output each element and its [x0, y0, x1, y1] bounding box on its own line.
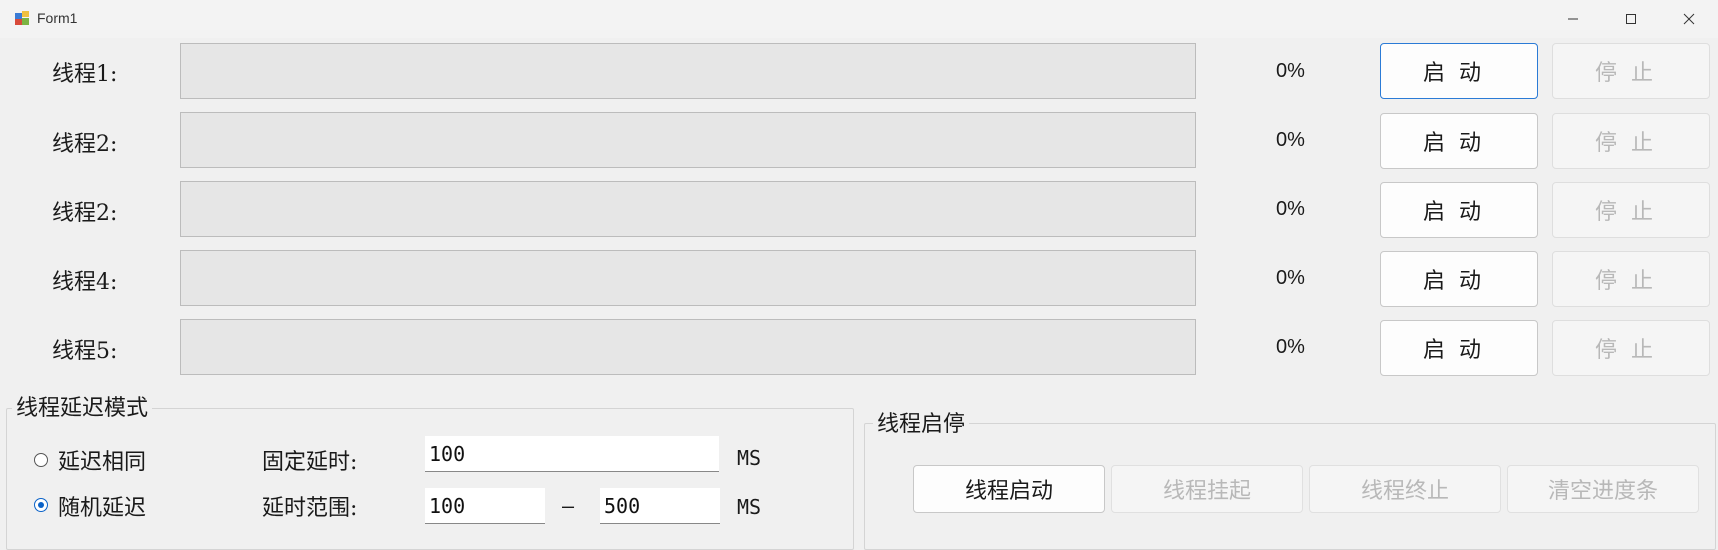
- title-bar: Form1: [0, 0, 1718, 38]
- fixed-delay-label: 固定延时:: [262, 450, 358, 475]
- start-threads-button[interactable]: 线程启动: [913, 465, 1105, 513]
- range-min-input[interactable]: [425, 488, 545, 524]
- progress-bar: [180, 43, 1196, 99]
- thread-label: 线程2:: [52, 201, 118, 226]
- percent-label: 0%: [1276, 336, 1305, 358]
- start-button[interactable]: 启动: [1380, 182, 1538, 238]
- maximize-icon: [1626, 14, 1636, 24]
- progress-bar: [180, 181, 1196, 237]
- thread-label: 线程2:: [52, 132, 118, 157]
- maximize-button[interactable]: [1602, 0, 1660, 38]
- range-unit: MS: [737, 495, 762, 519]
- fixed-delay-unit: MS: [737, 446, 762, 470]
- progress-bar: [180, 250, 1196, 306]
- percent-label: 0%: [1276, 60, 1305, 82]
- start-button[interactable]: 启动: [1380, 320, 1538, 376]
- progress-bar: [180, 112, 1196, 168]
- suspend-threads-button[interactable]: 线程挂起: [1111, 465, 1303, 513]
- random-delay-label[interactable]: 随机延迟: [58, 490, 146, 522]
- window-title: Form1: [37, 10, 78, 26]
- delay-mode-group: [6, 408, 854, 550]
- percent-label: 0%: [1276, 267, 1305, 289]
- percent-label: 0%: [1276, 129, 1305, 151]
- same-delay-label[interactable]: 延迟相同: [58, 444, 146, 476]
- stop-button[interactable]: 停止: [1552, 320, 1710, 376]
- stop-button[interactable]: 停止: [1552, 43, 1710, 99]
- close-button[interactable]: [1660, 0, 1718, 38]
- winforms-app-icon: [15, 11, 29, 25]
- percent-label: 0%: [1276, 198, 1305, 220]
- range-max-input[interactable]: [600, 488, 720, 524]
- range-label: 延时范围:: [262, 496, 358, 521]
- minimize-button[interactable]: [1544, 0, 1602, 38]
- thread-control-title: 线程启停: [873, 406, 970, 438]
- delay-mode-title: 线程延迟模式: [12, 390, 153, 422]
- start-button[interactable]: 启动: [1380, 251, 1538, 307]
- close-icon: [1683, 13, 1695, 25]
- range-separator: –: [562, 494, 575, 518]
- random-delay-radio[interactable]: [34, 498, 48, 512]
- fixed-delay-input[interactable]: [425, 436, 719, 472]
- same-delay-radio[interactable]: [34, 453, 48, 467]
- thread-label: 线程5:: [52, 339, 118, 364]
- clear-progress-button[interactable]: 清空进度条: [1507, 465, 1699, 513]
- terminate-threads-button[interactable]: 线程终止: [1309, 465, 1501, 513]
- start-button[interactable]: 启动: [1380, 43, 1538, 99]
- thread-label: 线程4:: [52, 270, 118, 295]
- thread-label: 线程1:: [52, 62, 118, 87]
- start-button[interactable]: 启动: [1380, 113, 1538, 169]
- stop-button[interactable]: 停止: [1552, 182, 1710, 238]
- minimize-icon: [1568, 18, 1578, 20]
- stop-button[interactable]: 停止: [1552, 113, 1710, 169]
- progress-bar: [180, 319, 1196, 375]
- stop-button[interactable]: 停止: [1552, 251, 1710, 307]
